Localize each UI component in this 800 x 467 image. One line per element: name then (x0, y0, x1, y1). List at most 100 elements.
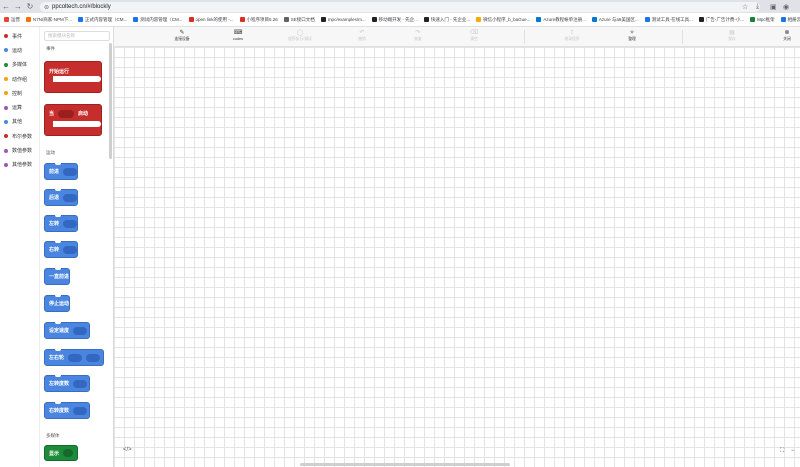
undo-button[interactable]: ↶ 撤销 (346, 29, 378, 42)
fit-view-icon[interactable]: ⛶ (780, 448, 784, 455)
bookmark-label: 移动端开发 - 先企... (378, 16, 418, 22)
category-item[interactable]: 动作组 (0, 72, 39, 86)
block-label: 后退 (49, 195, 60, 201)
category-item[interactable]: 事件 (0, 29, 39, 43)
bookmark-item[interactable]: N7N/商家-NPM下... (26, 17, 72, 23)
site-info-icon[interactable]: ⊜ (44, 4, 49, 11)
redo-button[interactable]: ↷ 恢复 (402, 29, 434, 42)
bookmark-label: mpc/examples/m... (327, 17, 366, 22)
block-motion[interactable]: 后退 (44, 189, 78, 206)
bookmark-item[interactable]: Azure教程帐单注册... (536, 17, 586, 23)
close-button[interactable]: ⊗ 关闭 (771, 29, 800, 42)
input-slot[interactable] (63, 245, 77, 254)
blockly-workspace[interactable] (114, 27, 800, 467)
input-slot[interactable] (63, 449, 74, 457)
extensions-icon[interactable]: ▣ (770, 2, 777, 12)
save-button[interactable]: ▤ 保存 (716, 29, 748, 42)
block-motion[interactable]: 左转度数 (44, 375, 90, 392)
zoom-out-icon[interactable]: − (791, 448, 795, 454)
address-bar[interactable]: ⊜ ppcoltech.cn/#/blockly (40, 2, 760, 12)
category-item[interactable]: 数值参数 (0, 143, 39, 157)
block-motion[interactable]: 前进 (44, 163, 78, 180)
clear-button[interactable]: ⌫ 清空 (458, 29, 490, 42)
block-label: 一直前进 (49, 274, 70, 280)
category-item[interactable]: 多媒体 (0, 58, 39, 72)
bookmark-label: 广告-广告计费-小... (705, 16, 745, 22)
code-button[interactable]: ⌨ codes (222, 29, 254, 41)
category-label: 事件 (12, 33, 23, 40)
category-item[interactable]: 其他参数 (0, 158, 39, 172)
bookmark-item[interactable]: 快速入门 - 先企业... (423, 17, 470, 23)
category-item[interactable]: 其他 (0, 115, 39, 129)
input-slot[interactable] (63, 167, 77, 176)
bookmark-item[interactable]: 相册云 (780, 17, 800, 23)
block-search-input[interactable]: 搜索模块名称 (44, 31, 110, 41)
block-motion[interactable]: 一直前进 (44, 268, 70, 285)
input-slot[interactable] (63, 193, 77, 202)
input-slot[interactable] (73, 379, 88, 388)
download-icon[interactable]: ⤓ (756, 2, 759, 12)
code-view-toggle[interactable]: </> (123, 447, 132, 453)
block-display[interactable]: 显示 (44, 445, 78, 461)
workspace-horizontal-scrollbar[interactable] (300, 463, 510, 466)
code-icon: ⌨ (233, 30, 243, 36)
input-slot[interactable] (58, 110, 75, 118)
run-debug-button[interactable]: ◯ 程序执行/调试 (284, 29, 316, 42)
bookmark-item[interactable]: Mpc框架 (750, 17, 775, 23)
input-slot[interactable] (73, 326, 88, 335)
bookmark-label: 测试内容管理（CM... (140, 16, 183, 22)
tidy-button[interactable]: ✧ 整理 (616, 29, 648, 42)
bookmark-label: Mpc框架 (757, 16, 775, 22)
bookmark-item[interactable]: 运营 (4, 17, 20, 23)
trash-icon: ⌫ (469, 30, 479, 36)
category-item[interactable]: 控制 (0, 86, 39, 100)
category-color-dot-icon (4, 148, 8, 153)
block-motion[interactable]: 左右轮 (44, 349, 104, 366)
bookmark-favicon-icon (750, 17, 756, 22)
block-motion[interactable]: 右转度数 (44, 402, 90, 419)
category-item[interactable]: 布尔参数 (0, 129, 39, 143)
bookmark-item[interactable]: 广告-广告计费-小... (698, 16, 745, 23)
reload-icon[interactable]: ↻ (24, 1, 36, 13)
category-label: 动作组 (12, 76, 28, 83)
toolbar-divider (524, 30, 525, 44)
bookmark-favicon-icon (26, 17, 31, 22)
block-notch (55, 402, 61, 404)
bookmark-item[interactable]: SE接口文档 (283, 17, 315, 23)
bookmark-label: 微信小程序_b_baGue... (483, 16, 531, 22)
statement-gap (53, 121, 101, 127)
bookmark-item[interactable]: open link的使用 -... (188, 17, 234, 23)
connect-device-button[interactable]: ✎ 连接设备 (166, 29, 198, 42)
block-label: 停止运动 (49, 301, 70, 307)
profile-avatar[interactable]: ◉ (783, 2, 789, 12)
bookmark-item[interactable]: 小程序项目5.26 (239, 17, 278, 23)
category-label: 数值参数 (12, 148, 33, 155)
category-item[interactable]: 运算 (0, 100, 39, 114)
bookmark-item[interactable]: 测试工具-在线工具... (644, 17, 693, 23)
bookmark-star-icon[interactable]: ☆ (742, 2, 748, 12)
block-start-run[interactable]: 开始运行 (44, 61, 102, 93)
forward-icon[interactable]: → (12, 1, 24, 13)
bookmark-item[interactable]: 测试内容管理（CM... (133, 16, 183, 23)
back-icon[interactable]: ← (0, 1, 12, 13)
input-slot[interactable] (86, 353, 101, 362)
url-text: ppcoltech.cn/#/blockly (52, 4, 111, 10)
input-slot[interactable] (63, 219, 77, 228)
bookmark-favicon-icon (4, 17, 9, 22)
block-motion[interactable]: 左转 (44, 215, 78, 232)
category-item[interactable]: 运动 (0, 43, 39, 57)
flash-program-button[interactable]: ⇪ 烧录程序 (556, 29, 588, 42)
block-when-start[interactable]: 当 启动 (44, 104, 102, 136)
block-motion[interactable]: 设定速度 (44, 322, 90, 339)
bookmark-item[interactable]: Azure 与a8美国区... (591, 17, 639, 23)
input-slot[interactable] (68, 353, 83, 362)
block-motion[interactable]: 右转 (44, 241, 78, 258)
bookmark-item[interactable]: 正式内容管理（CM... (78, 17, 127, 23)
bookmark-item[interactable]: 移动端开发 - 先企... (371, 16, 418, 23)
run-icon: ◯ (296, 30, 304, 36)
flyout-scrollbar[interactable] (109, 43, 112, 159)
block-motion[interactable]: 停止运动 (44, 295, 70, 312)
bookmark-item[interactable]: 微信小程序_b_baGue... (476, 17, 530, 23)
bookmark-item[interactable]: mpc/examples/m... (320, 17, 366, 22)
input-slot[interactable] (73, 406, 88, 415)
